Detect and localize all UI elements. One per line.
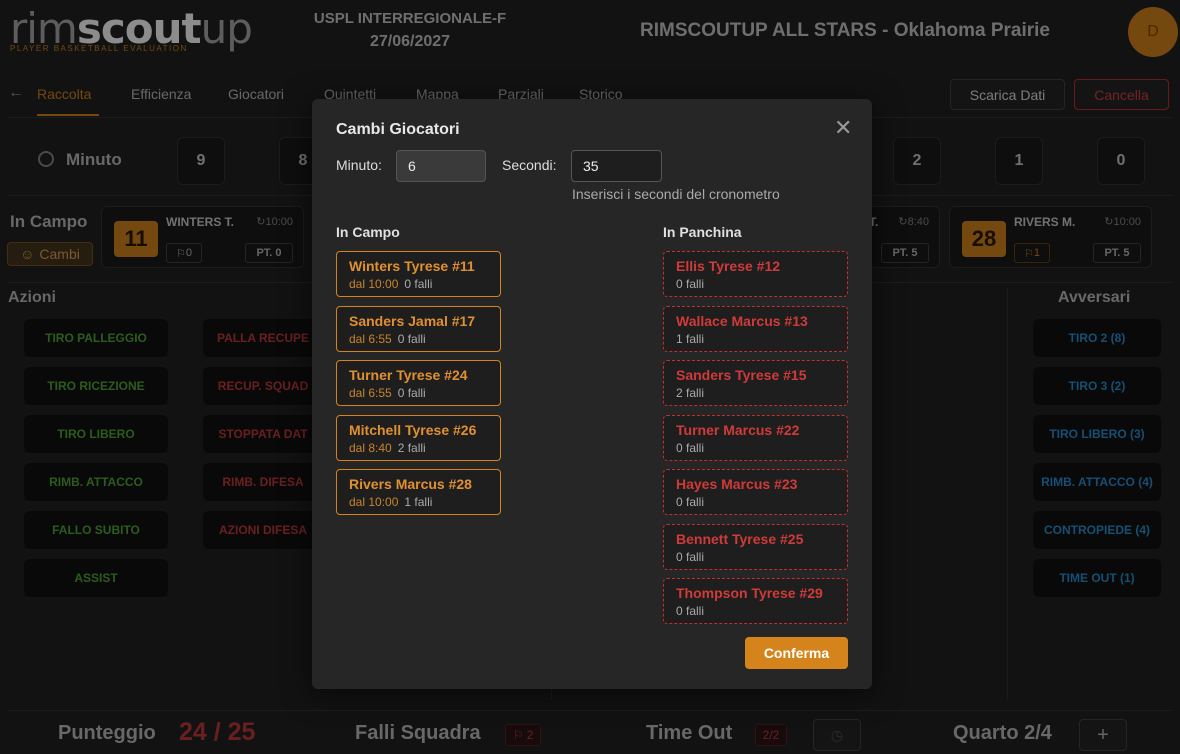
- player-since: dal 8:40: [349, 441, 392, 455]
- bench-player[interactable]: Bennett Tyrese #25 0 falli: [663, 524, 848, 570]
- player-fouls: 1 falli: [676, 332, 705, 346]
- on-court-player[interactable]: Rivers Marcus #28 dal 10:00 1 falli: [336, 469, 501, 515]
- bench-player[interactable]: Hayes Marcus #23 0 falli: [663, 469, 848, 515]
- app-root: rimscoutup PLAYER BASKETBALL EVALUATION …: [0, 0, 1180, 754]
- player-name: Turner Marcus #22: [676, 422, 800, 438]
- player-fouls: 0 falli: [676, 441, 705, 455]
- minuto-label: Minuto:: [336, 157, 382, 173]
- player-since: dal 6:55: [349, 332, 392, 346]
- substitution-modal: Cambi Giocatori ✕ Minuto: 6 Secondi: 35 …: [312, 99, 872, 689]
- player-since: dal 10:00: [349, 495, 399, 509]
- player-fouls: 0 falli: [397, 332, 426, 346]
- secondi-help-text: Inserisci i secondi del cronometro: [572, 186, 780, 202]
- player-fouls: 0 falli: [676, 277, 705, 291]
- player-name: Sanders Tyrese #15: [676, 367, 807, 383]
- in-panchina-column-label: In Panchina: [663, 224, 742, 240]
- player-name: Hayes Marcus #23: [676, 476, 798, 492]
- player-since: dal 10:00: [349, 277, 399, 291]
- player-name: Bennett Tyrese #25: [676, 531, 804, 547]
- minuto-input[interactable]: 6: [396, 150, 486, 182]
- player-since: dal 6:55: [349, 386, 392, 400]
- on-court-player[interactable]: Sanders Jamal #17 dal 6:55 0 falli: [336, 306, 501, 352]
- secondi-label: Secondi:: [502, 157, 557, 173]
- on-court-player[interactable]: Turner Tyrese #24 dal 6:55 0 falli: [336, 360, 501, 406]
- player-name: Wallace Marcus #13: [676, 313, 808, 329]
- bench-player[interactable]: Thompson Tyrese #29 0 falli: [663, 578, 848, 624]
- player-name: Sanders Jamal #17: [349, 313, 476, 329]
- player-name: Winters Tyrese #11: [349, 258, 475, 274]
- secondi-input[interactable]: 35: [571, 150, 662, 182]
- bench-player[interactable]: Turner Marcus #22 0 falli: [663, 415, 848, 461]
- bench-player[interactable]: Wallace Marcus #13 1 falli: [663, 306, 848, 352]
- on-court-player[interactable]: Mitchell Tyrese #26 dal 8:40 2 falli: [336, 415, 501, 461]
- in-campo-column-label: In Campo: [336, 224, 400, 240]
- bench-player[interactable]: Ellis Tyrese #12 0 falli: [663, 251, 848, 297]
- player-fouls: 0 falli: [676, 495, 705, 509]
- player-name: Mitchell Tyrese #26: [349, 422, 477, 438]
- confirm-button[interactable]: Conferma: [745, 637, 848, 669]
- bench-player[interactable]: Sanders Tyrese #15 2 falli: [663, 360, 848, 406]
- player-name: Turner Tyrese #24: [349, 367, 468, 383]
- player-fouls: 0 falli: [676, 604, 705, 618]
- player-fouls: 1 falli: [404, 495, 433, 509]
- player-name: Thompson Tyrese #29: [676, 585, 823, 601]
- player-fouls: 0 falli: [397, 386, 426, 400]
- player-name: Ellis Tyrese #12: [676, 258, 781, 274]
- modal-title: Cambi Giocatori: [336, 121, 460, 138]
- player-fouls: 0 falli: [404, 277, 433, 291]
- player-fouls: 0 falli: [676, 550, 705, 564]
- on-court-player[interactable]: Winters Tyrese #11 dal 10:00 0 falli: [336, 251, 501, 297]
- player-fouls: 2 falli: [397, 441, 426, 455]
- player-name: Rivers Marcus #28: [349, 476, 472, 492]
- player-fouls: 2 falli: [676, 386, 705, 400]
- close-icon[interactable]: ✕: [834, 115, 852, 141]
